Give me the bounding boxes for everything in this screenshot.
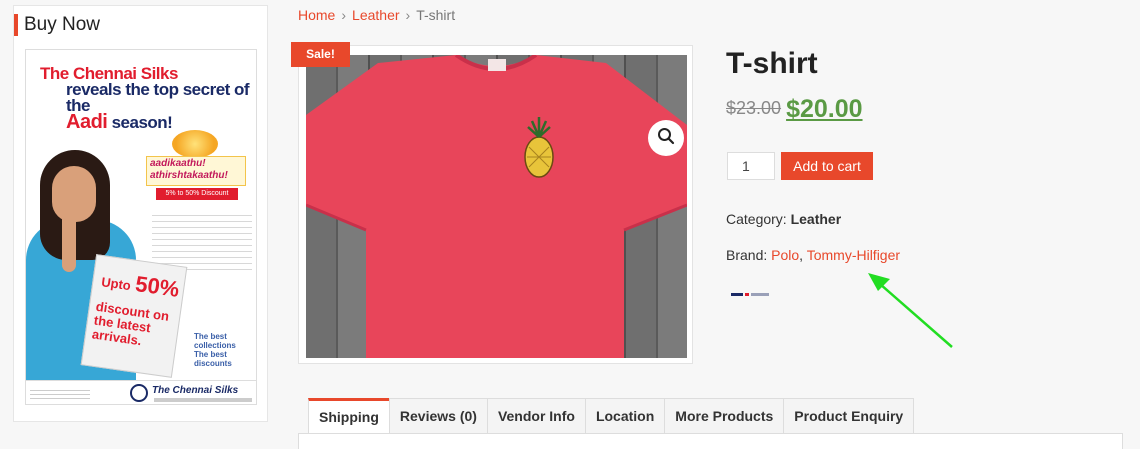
ad-seal-band: 5% to 50% Discount: [156, 188, 238, 200]
brand-separator: ,: [799, 247, 804, 263]
product-tabs: Shipping Reviews (0) Vendor Info Locatio…: [308, 398, 915, 434]
ad-sun-graphic: [172, 130, 218, 158]
sale-price: $20.00: [786, 95, 863, 123]
breadcrumb-separator: ›: [341, 7, 347, 23]
annotation-arrow-icon: [868, 273, 953, 348]
ad-footer-subtext: [154, 398, 252, 402]
category-value: Leather: [790, 211, 842, 227]
ad-bag-text: discount on the latest arrivals.: [91, 298, 171, 349]
breadcrumb-home-link[interactable]: Home: [298, 7, 335, 23]
ad-bag-percent: 50%: [133, 271, 181, 302]
ad-headline-text: reveals the top secret of the: [66, 80, 250, 115]
tab-product-enquiry[interactable]: Product Enquiry: [783, 398, 915, 434]
tab-location[interactable]: Location: [584, 398, 666, 434]
sidebar-widget: Buy Now The Chennai Silks reveals the to…: [13, 5, 268, 422]
ad-seal-line-1: aadikaathu!: [150, 158, 206, 169]
add-to-cart-button[interactable]: Add to cart: [781, 152, 873, 180]
ad-model-arm: [62, 202, 76, 272]
chennai-silks-logo-icon: [130, 384, 148, 402]
ad-tagline: The best collections The best discounts: [194, 332, 236, 368]
ad-body-text: [152, 210, 252, 270]
ad-headline-season: Aadi season!: [40, 111, 250, 133]
breadcrumb-current: T-shirt: [416, 7, 456, 23]
brand-link-polo[interactable]: Polo: [771, 247, 799, 263]
ad-footer: The Chennai Silks: [26, 380, 256, 404]
product-title: T-shirt: [726, 47, 818, 80]
brand-logo-image[interactable]: [731, 293, 769, 297]
ad-headline-aadi: Aadi: [66, 111, 108, 133]
widget-title: Buy Now: [14, 14, 100, 36]
magnifier-icon: [657, 127, 675, 150]
advertisement-banner[interactable]: The Chennai Silks reveals the top secret…: [25, 49, 257, 405]
tab-vendor-info[interactable]: Vendor Info: [486, 398, 586, 434]
zoom-button[interactable]: [648, 120, 684, 156]
tab-reviews[interactable]: Reviews (0): [388, 398, 488, 434]
tab-shipping[interactable]: Shipping: [308, 398, 390, 434]
sale-badge: Sale!: [291, 42, 350, 67]
product-category: Category: Leather: [726, 211, 841, 227]
brand-link-tommy-hilfiger[interactable]: Tommy-Hilfiger: [807, 247, 900, 263]
breadcrumb: Home › Leather › T-shirt: [298, 7, 455, 23]
tab-panel: [298, 433, 1123, 449]
quantity-input[interactable]: [727, 152, 775, 180]
old-price: $23.00: [726, 98, 782, 118]
ad-headline: The Chennai Silks reveals the top secret…: [40, 65, 250, 133]
tab-more-products[interactable]: More Products: [664, 398, 785, 434]
ad-shopping-bag: Upto 50% discount on the latest arrivals…: [80, 254, 188, 378]
product-page: Buy Now The Chennai Silks reveals the to…: [0, 0, 1140, 449]
ad-fine-print: [30, 387, 90, 401]
ad-bag-upto: Upto: [100, 274, 132, 294]
ad-footer-brand: The Chennai Silks: [152, 385, 239, 396]
breadcrumb-category-link[interactable]: Leather: [352, 7, 399, 23]
ad-seal-line-2: athirshtakaathu!: [150, 170, 228, 181]
ad-seal: aadikaathu! athirshtakaathu! 5% to 50% D…: [144, 130, 248, 206]
tshirt-image: [306, 55, 687, 358]
product-price: $23.00 $20.00: [726, 95, 863, 124]
category-label: Category:: [726, 211, 787, 227]
breadcrumb-separator: ›: [405, 7, 411, 23]
product-gallery: [298, 45, 693, 364]
product-brand: Brand: Polo, Tommy-Hilfiger: [726, 247, 900, 263]
product-image[interactable]: [306, 55, 687, 358]
brand-label: Brand:: [726, 247, 768, 263]
